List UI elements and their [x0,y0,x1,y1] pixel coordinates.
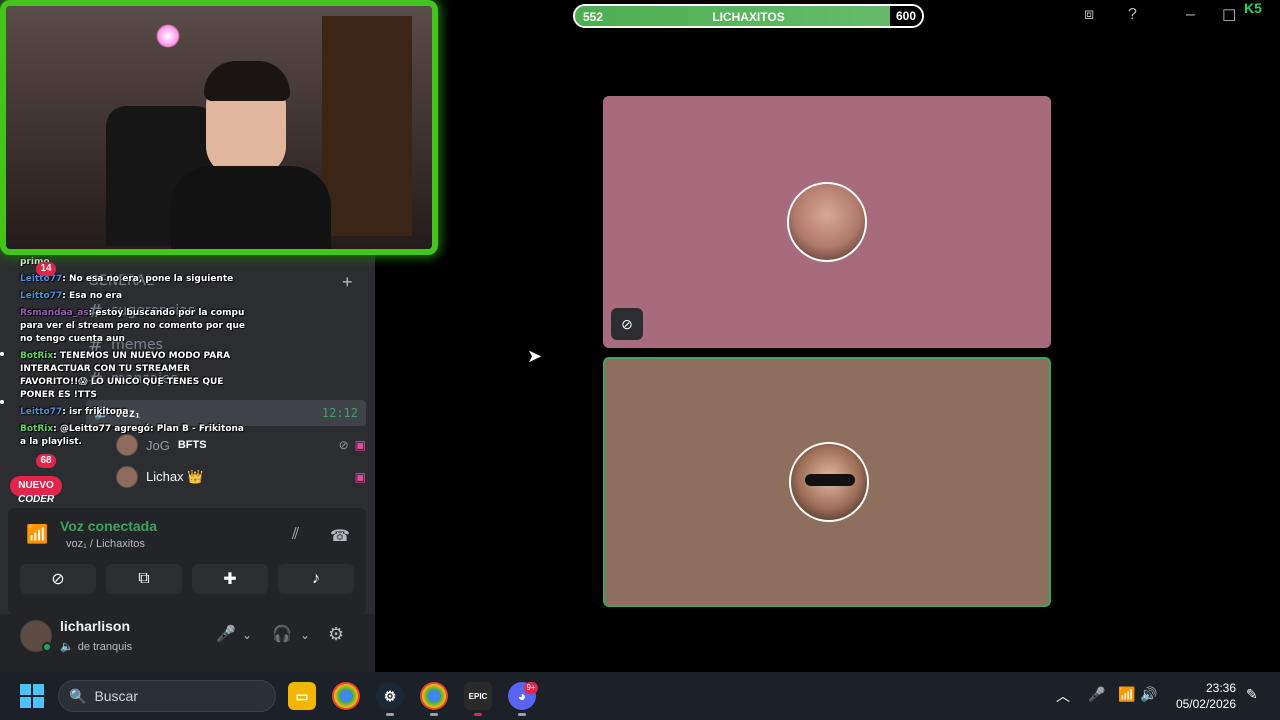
user-name[interactable]: licharlison [60,618,130,634]
discord-badge: 9+ [524,682,538,694]
signal-icon: 📶 [26,524,49,544]
chat-message: BotRix: @Leitto77 agregó: Plan B - Friki… [20,423,250,449]
stream-chat: primo Leitto77: No esa no era, pone la s… [20,256,250,453]
chrome-icon[interactable] [332,682,360,710]
xp-progress-bar: 552 LICHAXITOS 600 [573,4,924,28]
chat-message: Leitto77: Esa no era [20,290,250,303]
time: 23:36 [1205,681,1236,695]
server-indicator [0,352,4,356]
chat-user: Leitto77 [20,291,63,301]
taskbar-clock[interactable]: 23:36 05/02/2026 [1168,680,1236,712]
voice-connected-subtitle: voz₁ / Lichaxitos [66,538,145,550]
taskbar: 🔍 Buscar ▭ ⚙ EPIC ◕ 9+ ︿ 🎤 📶 🔊 23:36 05/… [0,672,1280,720]
stream-status-icon: ▣ [354,470,366,484]
active-indicator [474,713,482,716]
webcam-hair [204,61,290,101]
coder-label: CODER [18,494,55,505]
online-status-icon [42,642,52,652]
chat-user: BotRix [20,351,54,361]
muted-icon: ⊘ [338,438,349,452]
epic-games-icon[interactable]: EPIC [464,682,492,710]
screen-share-icon: ⧉ [138,570,150,587]
chat-text: : No esa no era, pone la siguiente [62,274,234,284]
speaker-icon: 🔈 [60,641,74,653]
voice-user-lichax[interactable]: Lichax 👑 ▣ [116,464,366,490]
notification-badge: 14 [36,262,56,276]
noise-suppression-icon[interactable]: ⫽ [292,526,299,544]
new-button[interactable]: NUEVO [10,476,62,496]
camera-off-icon: ⊘ [51,571,65,588]
server-indicator [0,400,4,404]
webcam-light [156,24,180,48]
webcam-shirt [171,166,331,249]
minimize-icon[interactable]: – [1186,6,1195,24]
xp-target: 600 [890,6,922,26]
microphone-icon[interactable]: 🎤 [1088,686,1105,703]
gear-icon[interactable]: ⚙ [328,624,344,645]
chat-message: Rsmandaa_as: estoy buscando por la compu… [20,307,250,346]
headphones-icon[interactable]: 🎧 [272,624,292,644]
user-status-text: 🔈 de tranquis [60,640,133,654]
mouse-cursor-icon: ➤ [527,346,543,366]
notifications-icon[interactable]: ✎ [1246,686,1258,703]
volume-icon[interactable]: 🔊 [1140,686,1157,703]
chat-user: BotRix [20,424,54,434]
search-placeholder: Buscar [94,688,139,704]
chat-text: : Esa no era [62,291,123,301]
voice-connected-panel: 📶 Voz conectada voz₁ / Lichaxitos ⫽ ☎ ⊘ … [8,508,366,614]
video-tile-lichax[interactable] [603,357,1051,607]
notification-badge: 68 [36,454,56,468]
avatar [789,442,869,522]
microphone-icon[interactable]: 🎤 [216,624,236,644]
avatar [787,182,867,262]
chevron-down-icon[interactable]: ⌄ [300,628,310,642]
chat-message: Leitto77: isr frikitona [20,406,250,419]
avatar [116,466,138,488]
date: 05/02/2026 [1175,697,1236,711]
chat-text: : isr frikitona [62,407,129,417]
stream-status-icon: ⊘ ▣ [338,438,366,452]
add-channel-icon[interactable]: + [342,272,353,293]
wifi-icon[interactable]: 📶 [1118,686,1135,703]
inbox-icon[interactable]: ⧈ [1084,6,1094,24]
search-icon: 🔍 [69,687,87,704]
activities-icon: ✚ [223,571,237,588]
active-indicator [386,713,394,716]
soundboard-icon: ♪ [312,570,320,587]
webcam-door [322,16,412,236]
disconnect-icon[interactable]: ☎ [330,526,350,546]
brand-badge: K5 [1244,0,1262,16]
windows-start-icon[interactable] [20,684,44,708]
voice-connected-title: Voz conectada [60,518,157,534]
voice-user-name: Lichax 👑 [146,469,204,484]
video-tile-jog[interactable]: ⊘ [603,96,1051,348]
steam-icon[interactable]: ⚙ [376,682,404,710]
soundboard-button[interactable]: ♪ [278,564,354,594]
file-explorer-icon[interactable]: ▭ [288,682,316,710]
camera-off-button[interactable]: ⊘ [20,564,96,594]
custom-status: de tranquis [77,640,133,653]
active-indicator [518,713,526,716]
mic-muted-icon: ⊘ [611,308,643,340]
webcam-overlay [0,0,438,255]
chrome-profile-icon[interactable] [420,682,448,710]
voice-timer: 12:12 [321,406,358,420]
chat-user: Leitto77 [20,407,63,417]
chevron-down-icon[interactable]: ⌄ [242,628,252,642]
chevron-up-icon[interactable]: ︿ [1056,686,1070,706]
chat-message: Leitto77: No esa no era, pone la siguien… [20,273,250,286]
maximize-icon[interactable]: ☐ [1222,6,1236,26]
screen-share-button[interactable]: ⧉ [106,564,182,594]
active-indicator [430,713,438,716]
chat-message: BotRix: TENEMOS UN NUEVO MODO PARA INTER… [20,350,250,402]
help-icon[interactable]: ? [1128,6,1137,24]
activities-button[interactable]: ✚ [192,564,268,594]
sunglasses [805,474,855,486]
screen: + GENERAL # sugerencias # memes # mensaj… [0,0,1280,720]
chat-text: : @Leitto77 agregó: Plan B - Frikitona a… [20,424,244,447]
taskbar-search[interactable]: 🔍 Buscar [58,680,276,712]
chat-user: Rsmandaa_as [20,308,89,318]
user-panel: licharlison 🔈 de tranquis 🎤 ⌄ 🎧 ⌄ ⚙ [0,614,375,672]
xp-title: LICHAXITOS [712,10,785,24]
